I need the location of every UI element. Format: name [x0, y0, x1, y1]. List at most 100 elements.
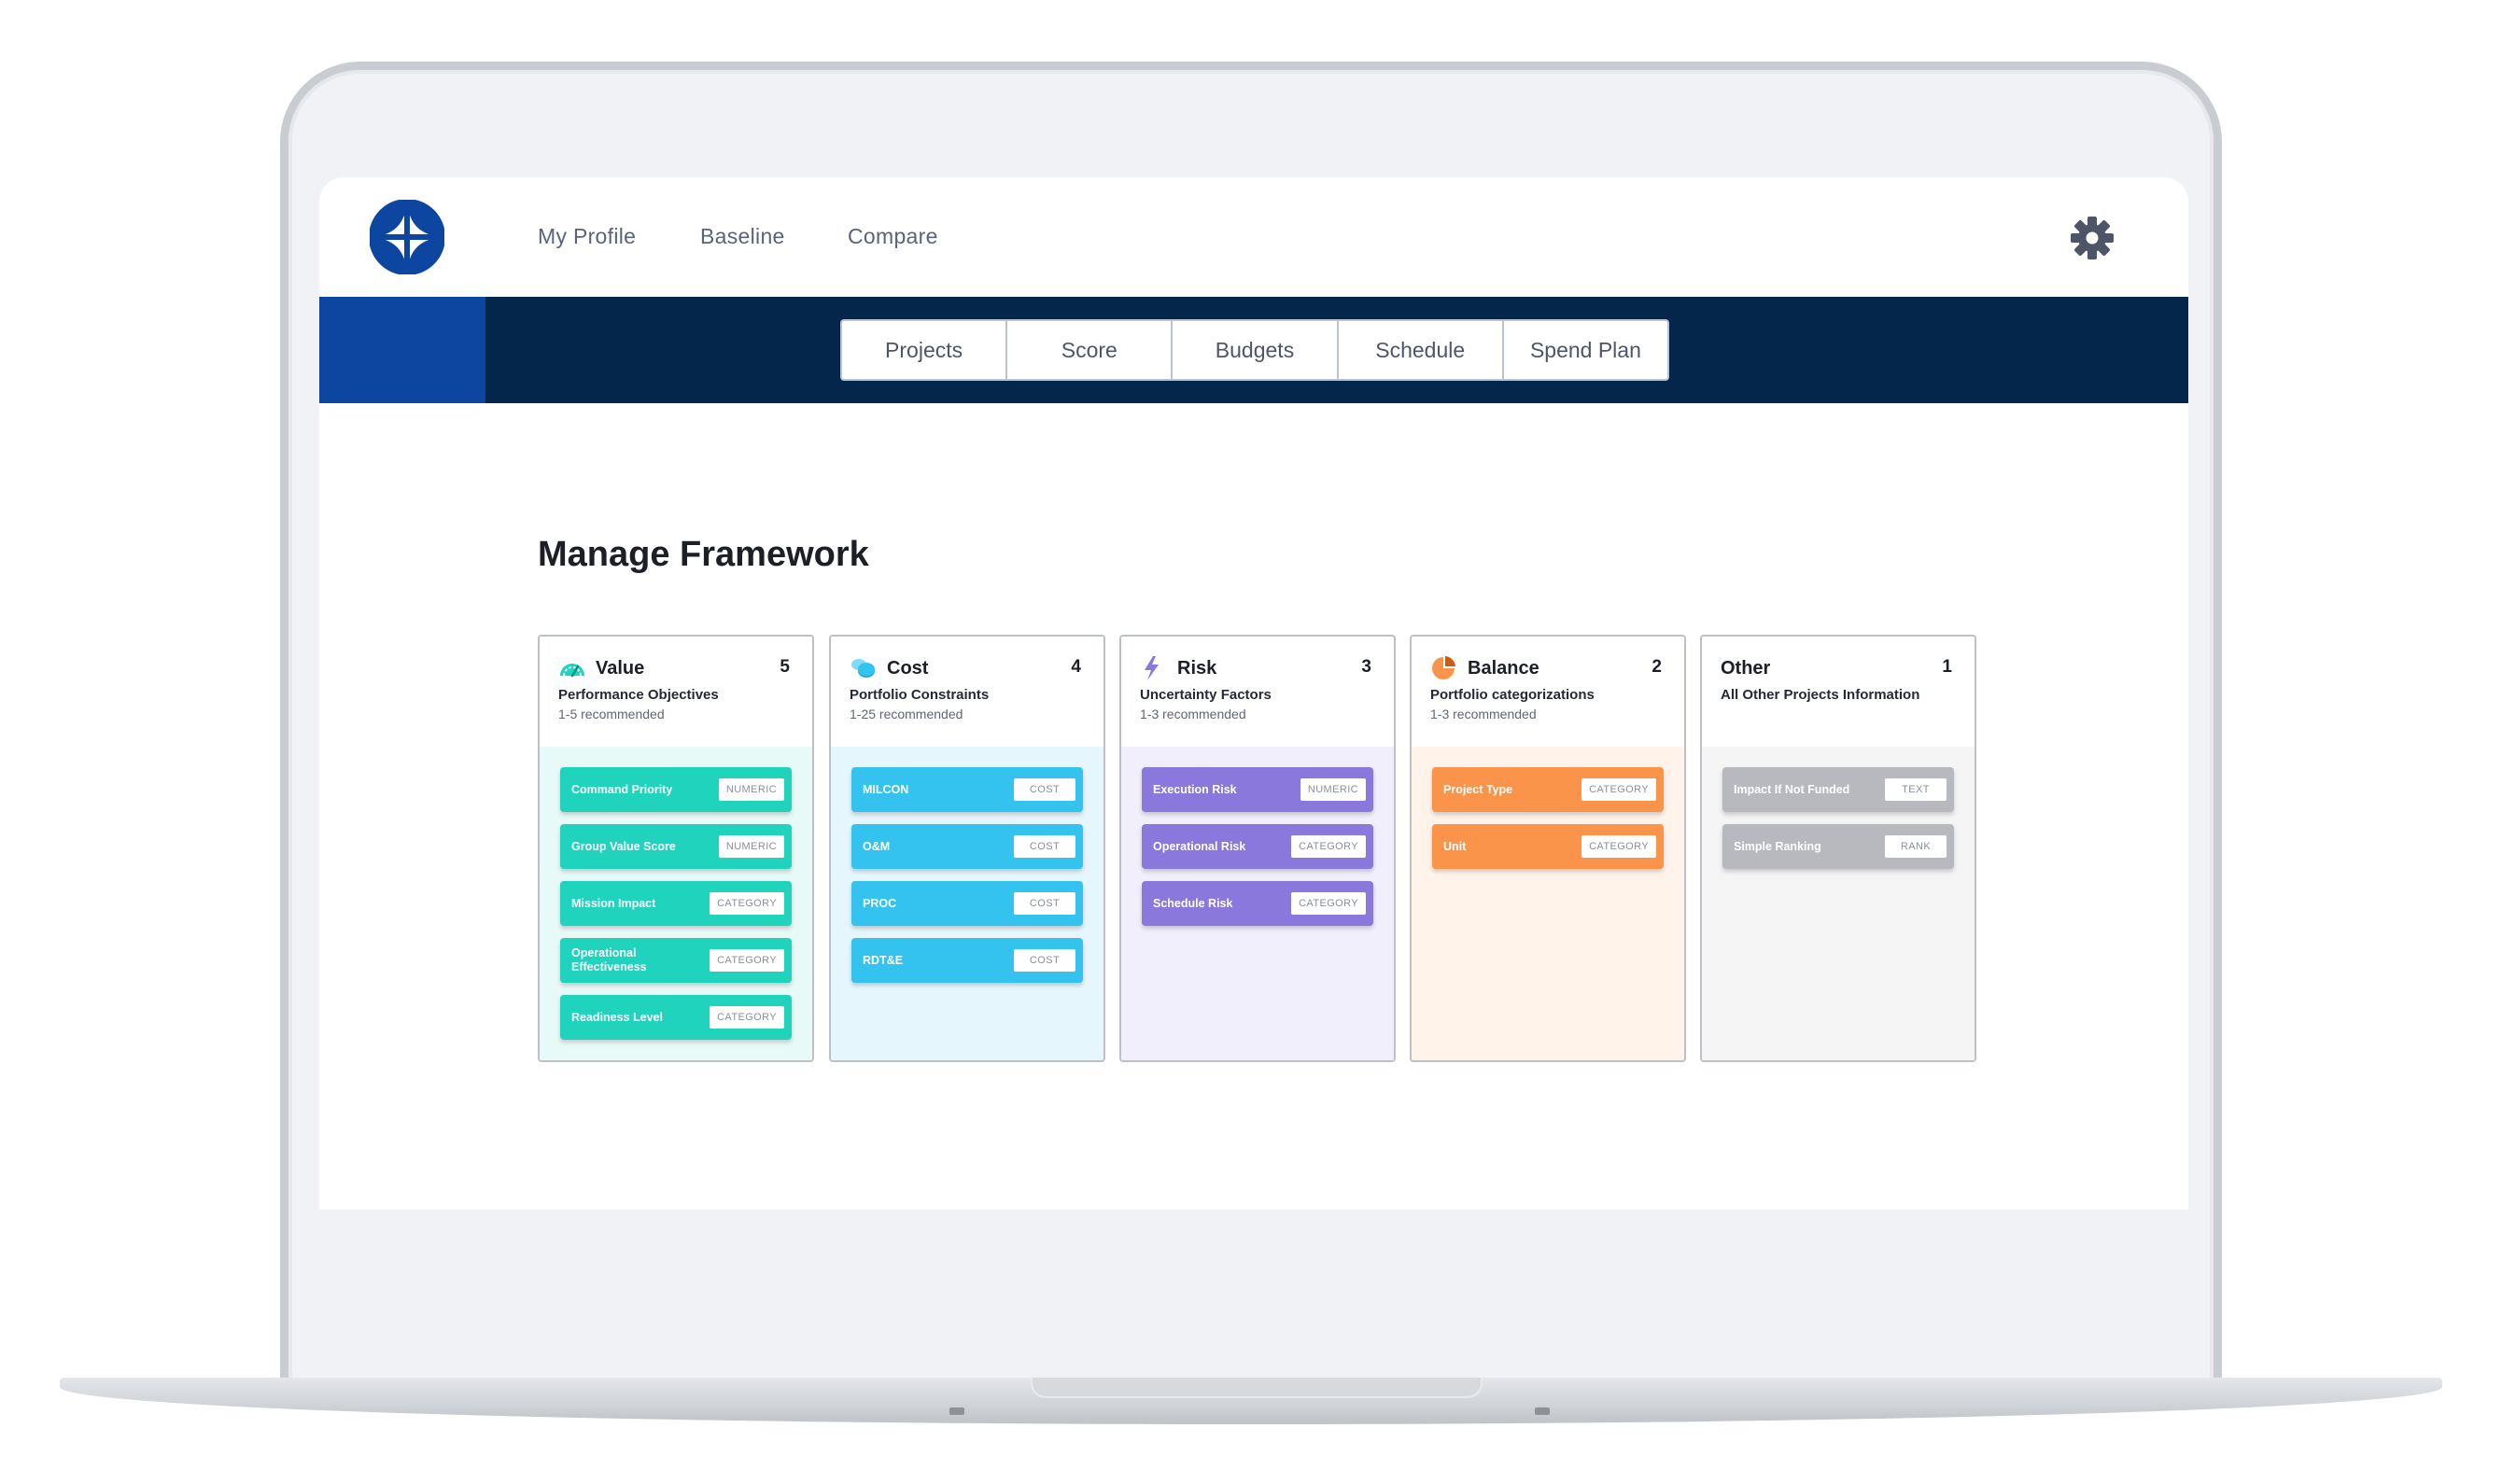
- card-factor-list: Impact If Not Funded TEXT Simple Ranking…: [1702, 747, 1975, 1060]
- factor-type-badge: RANK: [1885, 835, 1947, 858]
- factor-impact-if-not-funded[interactable]: Impact If Not Funded TEXT: [1722, 767, 1954, 812]
- factor-type-badge: CATEGORY: [710, 892, 784, 915]
- factor-project-type[interactable]: Project Type CATEGORY: [1432, 767, 1664, 812]
- nav-baseline[interactable]: Baseline: [700, 224, 785, 249]
- factor-name: Schedule Risk: [1153, 896, 1233, 910]
- factor-name: Readiness Level: [571, 1010, 663, 1024]
- factor-name: Execution Risk: [1153, 782, 1237, 796]
- factor-rdte[interactable]: RDT&E COST: [851, 938, 1083, 983]
- card-count: 4: [1071, 657, 1081, 677]
- card-title: Balance: [1468, 657, 1539, 679]
- factor-type-badge: CATEGORY: [1581, 835, 1656, 858]
- factor-name: Project Type: [1443, 782, 1513, 796]
- factor-name: MILCON: [863, 782, 909, 796]
- card-recommended: 1-3 recommended: [1140, 707, 1246, 721]
- card-count: 2: [1652, 657, 1662, 677]
- card-factor-list: Execution Risk NUMERIC Operational Risk …: [1121, 747, 1394, 1060]
- card-subtitle: All Other Projects Information: [1721, 687, 1920, 703]
- factor-milcon[interactable]: MILCON COST: [851, 767, 1083, 812]
- top-bar: My Profile Baseline Compare: [319, 177, 2188, 297]
- nav-compare[interactable]: Compare: [848, 224, 938, 249]
- gear-icon[interactable]: [2070, 216, 2115, 260]
- factor-mission-impact[interactable]: Mission Impact CATEGORY: [560, 881, 792, 926]
- other-card[interactable]: Other 1 All Other Projects Information I…: [1700, 635, 1976, 1062]
- factor-execution-risk[interactable]: Execution Risk NUMERIC: [1142, 767, 1373, 812]
- nav-my-profile[interactable]: My Profile: [538, 224, 636, 249]
- factor-type-badge: CATEGORY: [1581, 778, 1656, 801]
- factor-type-badge: COST: [1014, 892, 1075, 915]
- cost-card[interactable]: Cost 4 Portfolio Constraints 1-25 recomm…: [829, 635, 1105, 1062]
- factor-om[interactable]: O&M COST: [851, 824, 1083, 869]
- tab-schedule[interactable]: Schedule: [1339, 321, 1504, 379]
- laptop-foot: [949, 1407, 964, 1415]
- factor-name: Command Priority: [571, 782, 673, 796]
- factor-name: Group Value Score: [571, 839, 676, 853]
- factor-type-badge: CATEGORY: [1291, 835, 1366, 858]
- nav-accent-block: [319, 297, 485, 403]
- value-card[interactable]: Value 5 Performance Objectives 1-5 recom…: [538, 635, 814, 1062]
- factor-proc[interactable]: PROC COST: [851, 881, 1083, 926]
- factor-name: Operational Effectiveness: [571, 946, 647, 973]
- factor-name: O&M: [863, 839, 891, 853]
- compass-logo-icon[interactable]: [370, 200, 444, 274]
- card-factor-list: MILCON COST O&M COST PROC COST RDT&E COS…: [831, 747, 1103, 1060]
- factor-operational-effectiveness[interactable]: Operational Effectiveness CATEGORY: [560, 938, 792, 983]
- factor-command-priority[interactable]: Command Priority NUMERIC: [560, 767, 792, 812]
- card-count: 1: [1942, 657, 1952, 677]
- factor-name: PROC: [863, 896, 897, 910]
- card-subtitle: Portfolio categorizations: [1430, 687, 1595, 703]
- card-title: Other: [1721, 657, 1771, 679]
- card-subtitle: Portfolio Constraints: [850, 687, 990, 703]
- factor-type-badge: CATEGORY: [710, 949, 784, 972]
- tab-group: Projects Score Budgets Schedule Spend Pl…: [840, 319, 1669, 381]
- factor-type-badge: NUMERIC: [718, 835, 784, 858]
- laptop-notch: [1031, 1378, 1483, 1398]
- factor-name: RDT&E: [863, 953, 904, 967]
- factor-name: Operational Risk: [1153, 839, 1246, 853]
- coins-icon: [851, 659, 875, 678]
- card-count: 3: [1361, 657, 1371, 677]
- card-factor-list: Command Priority NUMERIC Group Value Sco…: [540, 747, 812, 1060]
- card-title: Cost: [887, 657, 929, 679]
- factor-group-value-score[interactable]: Group Value Score NUMERIC: [560, 824, 792, 869]
- card-title: Value: [596, 657, 645, 679]
- laptop-foot: [1535, 1407, 1550, 1415]
- pie-chart-icon: [1432, 656, 1455, 679]
- factor-name: Unit: [1443, 839, 1467, 853]
- tab-spend-plan[interactable]: Spend Plan: [1504, 321, 1667, 379]
- factor-unit[interactable]: Unit CATEGORY: [1432, 824, 1664, 869]
- factor-name: Simple Ranking: [1734, 839, 1821, 853]
- factor-operational-risk[interactable]: Operational Risk CATEGORY: [1142, 824, 1373, 869]
- app-screen: My Profile Baseline Compare Projects Sco…: [319, 177, 2188, 1210]
- tab-score[interactable]: Score: [1007, 321, 1174, 379]
- card-title: Risk: [1177, 657, 1217, 679]
- factor-type-badge: COST: [1014, 949, 1075, 972]
- factor-readiness-level[interactable]: Readiness Level CATEGORY: [560, 995, 792, 1040]
- page-title: Manage Framework: [538, 535, 869, 574]
- card-count: 5: [780, 657, 790, 677]
- card-factor-list: Project Type CATEGORY Unit CATEGORY: [1412, 747, 1684, 1060]
- balance-card[interactable]: Balance 2 Portfolio categorizations 1-3 …: [1410, 635, 1686, 1062]
- factor-type-badge: TEXT: [1885, 778, 1947, 801]
- tab-projects[interactable]: Projects: [842, 321, 1008, 379]
- factor-name: Mission Impact: [571, 896, 656, 910]
- factor-type-badge: COST: [1014, 835, 1075, 858]
- card-subtitle: Performance Objectives: [558, 687, 719, 703]
- factor-type-badge: COST: [1014, 778, 1075, 801]
- card-recommended: 1-3 recommended: [1430, 707, 1537, 721]
- factor-schedule-risk[interactable]: Schedule Risk CATEGORY: [1142, 881, 1373, 926]
- tab-budgets[interactable]: Budgets: [1173, 321, 1339, 379]
- risk-card[interactable]: Risk 3 Uncertainty Factors 1-3 recommend…: [1119, 635, 1396, 1062]
- factor-simple-ranking[interactable]: Simple Ranking RANK: [1722, 824, 1954, 869]
- card-subtitle: Uncertainty Factors: [1140, 687, 1272, 703]
- factor-type-badge: NUMERIC: [1300, 778, 1366, 801]
- card-recommended: 1-5 recommended: [558, 707, 665, 721]
- factor-type-badge: CATEGORY: [710, 1006, 784, 1029]
- section-nav-bar: Projects Score Budgets Schedule Spend Pl…: [319, 297, 2188, 403]
- factor-type-badge: CATEGORY: [1291, 892, 1366, 915]
- speedometer-icon: [560, 664, 584, 678]
- lightning-icon: [1145, 656, 1159, 680]
- factor-type-badge: NUMERIC: [718, 778, 784, 801]
- factor-name: Impact If Not Funded: [1734, 782, 1850, 796]
- card-recommended: 1-25 recommended: [850, 707, 963, 721]
